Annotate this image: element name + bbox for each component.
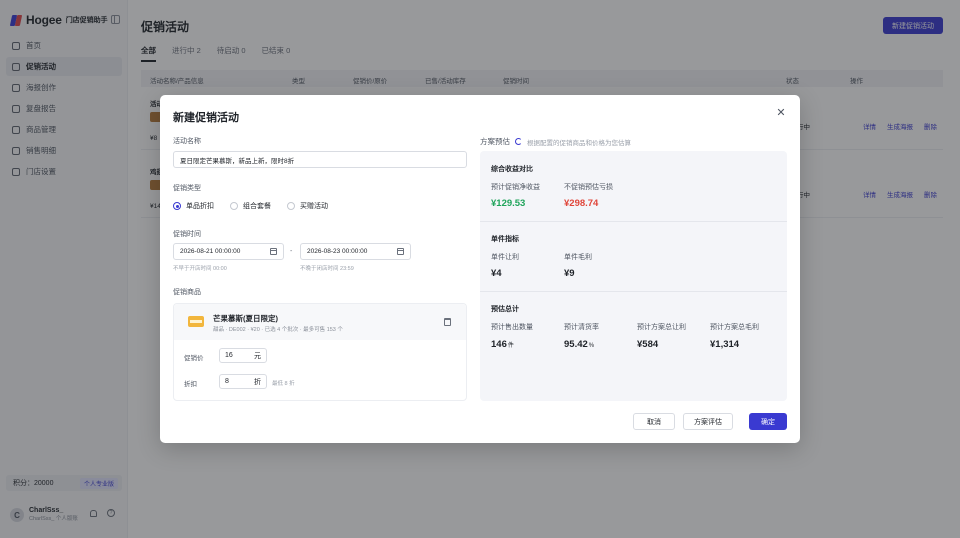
radio-dot <box>173 202 181 210</box>
start-time-hint: 不早于开店时间 00:00 <box>173 266 227 272</box>
total-margin-value: ¥1,314 <box>710 339 740 350</box>
qty-number: 146 <box>491 339 507 350</box>
estimate-title: 方案预估 <box>480 137 510 146</box>
estimate-panel: 综合收益对比 预计促销净收益 ¥129.53 不促销预估亏损 ¥298.74 单… <box>480 151 787 401</box>
new-promotion-dialog: 新建促销活动 ✕ 活动名称 夏日限定芒果慕斯，新品上新，限时8折 促销类型 单品… <box>160 95 800 443</box>
product-card: 芒果慕斯(夏日限定) 甜品 · DE002 · ¥20 · 已选 4 个批次 ·… <box>173 303 467 401</box>
cancel-button[interactable]: 取消 <box>633 413 675 430</box>
radio-dot <box>287 202 295 210</box>
estimate-subtitle: 根据配置的促销商品和价格为您估算 <box>527 139 631 147</box>
promo-price-value: 16 <box>225 352 233 359</box>
divider <box>480 221 787 222</box>
end-time-input[interactable]: 2026-08-23 00:00:00 <box>300 243 411 260</box>
product-thumbnail <box>188 316 204 327</box>
time-label: 促销时间 <box>173 231 201 238</box>
product-header: 芒果慕斯(夏日限定) 甜品 · DE002 · ¥20 · 已选 4 个批次 ·… <box>174 304 466 340</box>
end-time-hint: 不晚于闭店时间 23:59 <box>300 266 354 272</box>
discount-label: 折扣 <box>184 381 197 388</box>
unit-margin-label: 单件毛利 <box>564 254 592 261</box>
total-section-title: 预估总计 <box>491 306 519 313</box>
radio-label: 买赠活动 <box>300 203 328 210</box>
calendar-icon[interactable] <box>270 248 277 255</box>
estimate-header: 方案预估 根据配置的促销商品和价格为您估算 <box>480 136 631 147</box>
refresh-icon[interactable] <box>515 138 522 145</box>
start-time-input[interactable]: 2026-08-21 00:00:00 <box>173 243 284 260</box>
clear-rate-label: 预计清货率 <box>564 324 599 331</box>
radio-dot <box>230 202 238 210</box>
end-time-value: 2026-08-23 00:00:00 <box>307 248 368 255</box>
time-separator: - <box>290 248 293 255</box>
evaluate-button[interactable]: 方案评估 <box>683 413 733 430</box>
unit-margin-value: ¥9 <box>564 268 575 279</box>
net-profit-value: ¥129.53 <box>491 198 526 209</box>
clear-rate-unit: % <box>588 343 595 349</box>
compare-section-title: 综合收益对比 <box>491 166 533 173</box>
type-label: 促销类型 <box>173 185 201 192</box>
discount-value: 8 <box>225 378 229 385</box>
product-label: 促销商品 <box>173 289 201 296</box>
name-label: 活动名称 <box>173 138 201 145</box>
product-meta: 甜品 · DE002 · ¥20 · 已选 4 个批次 · 最多可售 153 个 <box>213 327 343 333</box>
radio-buy-gift[interactable]: 买赠活动 <box>287 201 328 211</box>
radio-label: 单品折扣 <box>186 203 214 210</box>
unit-discount-label: 单件让利 <box>491 254 519 261</box>
radio-bundle[interactable]: 组合套餐 <box>230 201 271 211</box>
dialog-title: 新建促销活动 <box>173 112 239 124</box>
discount-input[interactable]: 8 折 <box>219 374 267 389</box>
calendar-icon[interactable] <box>397 248 404 255</box>
radio-single-discount[interactable]: 单品折扣 <box>173 201 214 211</box>
radio-label: 组合套餐 <box>243 203 271 210</box>
close-icon[interactable]: ✕ <box>775 107 787 119</box>
total-discount-label: 预计方案总让利 <box>637 324 686 331</box>
unit-section-title: 单件指标 <box>491 236 519 243</box>
discount-hint: 最低 8 折 <box>272 381 295 387</box>
start-time-value: 2026-08-21 00:00:00 <box>180 248 241 255</box>
total-margin-label: 预计方案总毛利 <box>710 324 759 331</box>
price-label: 促销价 <box>184 355 204 362</box>
qty-value: 146件 <box>491 339 514 350</box>
loss-label: 不促销预估亏损 <box>564 184 613 191</box>
product-name: 芒果慕斯(夏日限定) <box>213 314 278 323</box>
qty-unit: 件 <box>507 343 514 349</box>
promo-price-input[interactable]: 16 元 <box>219 348 267 363</box>
confirm-button[interactable]: 确定 <box>749 413 787 430</box>
qty-label: 预计售出数量 <box>491 324 533 331</box>
loss-value: ¥298.74 <box>564 198 599 209</box>
activity-name-input[interactable]: 夏日限定芒果慕斯，新品上新，限时8折 <box>173 151 467 168</box>
total-discount-value: ¥584 <box>637 339 659 350</box>
unit-discount-value: ¥4 <box>491 268 502 279</box>
trash-icon[interactable] <box>444 318 451 326</box>
clear-rate-number: 95.42 <box>564 339 588 350</box>
promotion-type-group: 单品折扣 组合套餐 买赠活动 <box>173 201 344 211</box>
clear-rate-value: 95.42% <box>564 339 594 350</box>
net-profit-label: 预计促销净收益 <box>491 184 540 191</box>
discount-unit: 折 <box>254 378 261 386</box>
divider <box>480 291 787 292</box>
price-unit: 元 <box>254 352 261 360</box>
